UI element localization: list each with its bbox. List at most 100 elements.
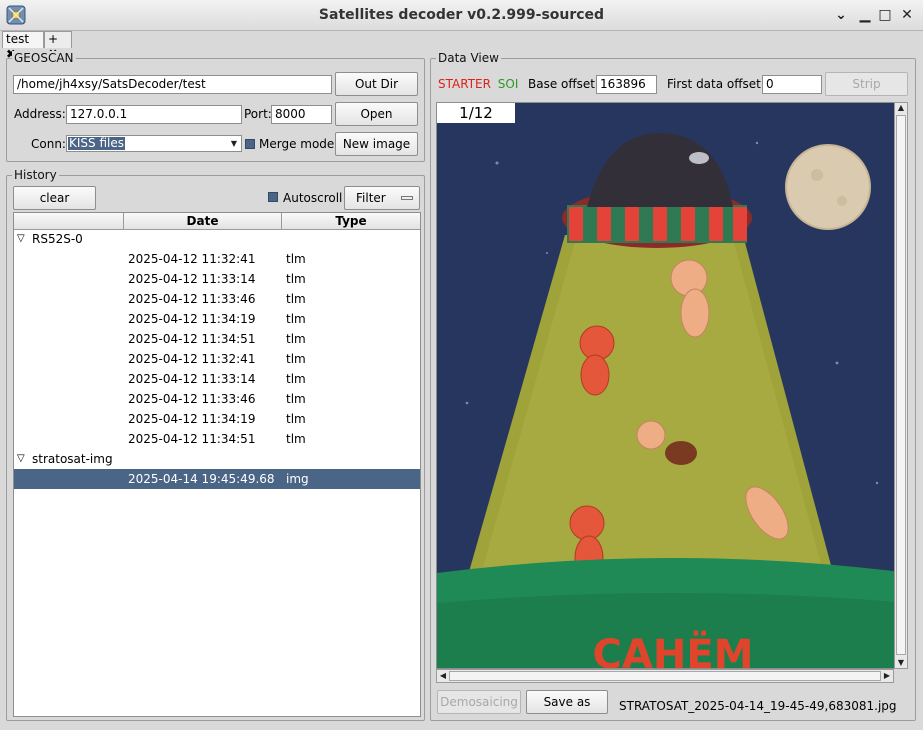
port-input[interactable]: 8000 [271, 105, 332, 124]
scroll-thumb[interactable] [449, 671, 881, 681]
starter-label: STARTER [438, 77, 491, 91]
demosaicing-button[interactable]: Demosaicing [437, 690, 521, 714]
table-row-selected[interactable]: 2025-04-14 19:45:49.68 img [14, 469, 420, 489]
image-page-counter: 1/12 [437, 103, 515, 123]
minimize-icon[interactable]: ▁ [856, 6, 874, 24]
starter-status: STARTER SOI [438, 77, 518, 91]
decoded-image: САНЁМ [437, 103, 907, 669]
column-header-name[interactable] [14, 213, 124, 229]
vertical-scrollbar[interactable]: ▲ ▼ [894, 102, 908, 669]
scroll-left-icon[interactable]: ◀ [437, 671, 449, 681]
autoscroll-label: Autoscroll [283, 191, 343, 205]
tab-label: test [6, 32, 30, 46]
column-header-type[interactable]: Type [282, 213, 420, 229]
out-dir-button[interactable]: Out Dir [335, 72, 418, 96]
row-date: 2025-04-12 11:34:19 [128, 312, 256, 326]
row-type: tlm [286, 312, 306, 326]
row-date: 2025-04-12 11:33:46 [128, 292, 256, 306]
row-type: tlm [286, 412, 306, 426]
image-viewer[interactable]: САНЁМ 1/12 [436, 102, 908, 669]
filter-button[interactable]: Filter [344, 186, 420, 210]
tree-header: Date Type [14, 213, 420, 230]
conn-label: Conn: [31, 137, 66, 151]
autoscroll-checkbox[interactable] [268, 192, 278, 202]
open-button[interactable]: Open [335, 102, 418, 126]
tab-label: + [48, 32, 59, 46]
history-tree[interactable]: Date Type ▽ RS52S-0 2025-04-12 11:32:41 … [13, 212, 421, 717]
table-row[interactable]: 2025-04-12 11:34:51 tlm [14, 429, 420, 449]
table-row[interactable]: 2025-04-12 11:33:46 tlm [14, 289, 420, 309]
scroll-right-icon[interactable]: ▶ [881, 671, 893, 681]
base-offset-label: Base offset: [528, 77, 600, 91]
menu-indicator-icon [401, 196, 413, 200]
row-date: 2025-04-12 11:34:51 [128, 432, 256, 446]
close-icon[interactable]: ✕ [898, 6, 916, 24]
table-row[interactable]: 2025-04-12 11:34:19 tlm [14, 409, 420, 429]
table-row[interactable]: 2025-04-12 11:32:41 tlm [14, 249, 420, 269]
window-title: Satellites decoder v0.2.999-sourced [318, 7, 605, 23]
image-filename: STRATOSAT_2025-04-14_19-45-49,683081.jpg [619, 699, 897, 713]
new-image-button[interactable]: New image [335, 132, 418, 156]
row-type: tlm [286, 272, 306, 286]
image-caption: САНЁМ [593, 630, 754, 669]
row-date: 2025-04-12 11:33:46 [128, 392, 256, 406]
chevron-down-icon[interactable]: ▼ [228, 137, 240, 150]
row-date: 2025-04-12 11:33:14 [128, 272, 256, 286]
port-label: Port: [244, 107, 272, 121]
filter-label: Filter [356, 191, 386, 205]
collapse-triangle-icon[interactable]: ▽ [17, 449, 25, 469]
group-name: RS52S-0 [32, 232, 83, 246]
tab-add[interactable]: + ✖ [44, 31, 72, 61]
table-row[interactable]: 2025-04-12 11:33:14 tlm [14, 369, 420, 389]
table-row[interactable]: 2025-04-12 11:33:46 tlm [14, 389, 420, 409]
base-offset-input[interactable]: 163896 [596, 75, 657, 94]
conn-selected-value: KISS files [68, 136, 125, 150]
table-row[interactable]: 2025-04-12 11:34:51 tlm [14, 329, 420, 349]
row-type: tlm [286, 292, 306, 306]
row-type: tlm [286, 332, 306, 346]
row-type: tlm [286, 432, 306, 446]
conn-select[interactable]: KISS files ▼ [66, 135, 242, 152]
table-row[interactable]: 2025-04-12 11:32:41 tlm [14, 349, 420, 369]
row-type: img [286, 472, 309, 486]
group-title: History [12, 168, 59, 182]
group-title: GEOSCAN [12, 51, 76, 65]
column-header-date[interactable]: Date [124, 213, 282, 229]
row-date: 2025-04-12 11:34:51 [128, 332, 256, 346]
chevron-down-icon[interactable]: ⌄ [832, 6, 850, 24]
title-bar: Satellites decoder v0.2.999-sourced ⌄ ▁ … [0, 0, 923, 31]
row-type: tlm [286, 352, 306, 366]
tree-group-rs52s[interactable]: ▽ RS52S-0 [14, 229, 420, 249]
first-data-offset-input[interactable]: 0 [762, 75, 822, 94]
first-data-offset-label: First data offset: [667, 77, 765, 91]
maximize-icon[interactable]: □ [876, 6, 894, 24]
merge-mode-checkbox[interactable] [245, 139, 255, 149]
row-type: tlm [286, 392, 306, 406]
row-type: tlm [286, 372, 306, 386]
row-date: 2025-04-12 11:32:41 [128, 252, 256, 266]
table-row[interactable]: 2025-04-12 11:34:19 tlm [14, 309, 420, 329]
horizontal-scrollbar[interactable]: ◀ ▶ [436, 669, 894, 683]
row-date: 2025-04-12 11:33:14 [128, 372, 256, 386]
tab-test[interactable]: test ✖ [2, 31, 44, 61]
tab-bar: test ✖ + ✖ [0, 31, 923, 61]
group-name: stratosat-img [32, 452, 113, 466]
row-type: tlm [286, 252, 306, 266]
row-date: 2025-04-12 11:34:19 [128, 412, 256, 426]
output-dir-input[interactable]: /home/jh4xsy/SatsDecoder/test [13, 75, 332, 94]
group-title: Data View [436, 51, 501, 65]
address-label: Address: [14, 107, 66, 121]
address-input[interactable]: 127.0.0.1 [66, 105, 242, 124]
scroll-down-icon[interactable]: ▼ [895, 658, 907, 668]
clear-button[interactable]: clear [13, 186, 96, 210]
soi-label: SOI [497, 77, 519, 91]
collapse-triangle-icon[interactable]: ▽ [17, 229, 25, 249]
scroll-up-icon[interactable]: ▲ [895, 103, 907, 113]
row-date: 2025-04-14 19:45:49.68 [128, 472, 275, 486]
scroll-thumb[interactable] [896, 115, 906, 655]
tree-group-stratosat[interactable]: ▽ stratosat-img [14, 449, 420, 469]
row-date: 2025-04-12 11:32:41 [128, 352, 256, 366]
strip-button[interactable]: Strip [825, 72, 908, 96]
table-row[interactable]: 2025-04-12 11:33:14 tlm [14, 269, 420, 289]
save-as-button[interactable]: Save as [526, 690, 608, 714]
